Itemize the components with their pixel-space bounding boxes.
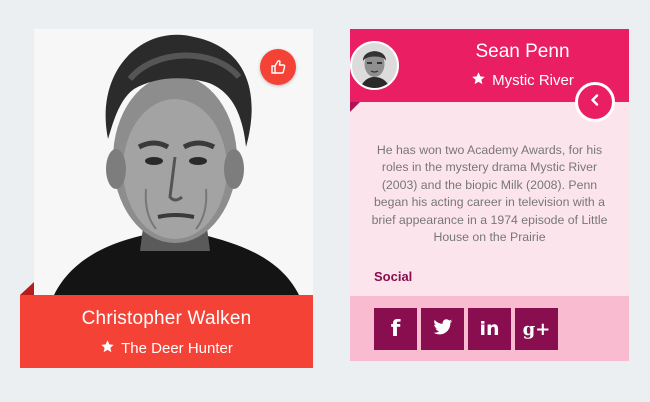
like-button[interactable] [260, 49, 296, 85]
star-icon [100, 339, 115, 358]
bio-text: He has won two Academy Awards, for his r… [371, 143, 608, 245]
name-band: Christopher Walken The Deer Hunter [20, 295, 313, 368]
google-plus-icon: g+ [522, 318, 551, 340]
social-label: Social [374, 269, 413, 284]
star-icon [471, 71, 486, 90]
back-button[interactable] [575, 82, 615, 122]
chevron-left-icon [589, 93, 601, 111]
twitter-button[interactable] [421, 308, 464, 350]
facebook-icon: f [390, 316, 401, 342]
ribbon-fold [20, 282, 34, 295]
film-title: Mystic River [492, 72, 574, 89]
linkedin-button[interactable]: in [468, 308, 511, 350]
thumbs-up-icon [270, 59, 286, 75]
portrait-photo [34, 29, 313, 295]
film-line: The Deer Hunter [20, 339, 313, 358]
linkedin-icon: in [479, 318, 500, 340]
social-bar: f in g+ [350, 296, 629, 361]
profile-card-walken: Christopher Walken The Deer Hunter [20, 29, 313, 368]
film-title: The Deer Hunter [121, 340, 233, 357]
actor-name: Christopher Walken [81, 308, 252, 329]
google-plus-button[interactable]: g+ [515, 308, 558, 350]
avatar [350, 41, 399, 90]
twitter-icon [433, 318, 453, 340]
ribbon-fold [350, 102, 360, 112]
facebook-button[interactable]: f [374, 308, 417, 350]
profile-card-penn: Sean Penn Mystic River He has won two Ac… [350, 29, 629, 361]
actor-name: Sean Penn [475, 41, 570, 62]
